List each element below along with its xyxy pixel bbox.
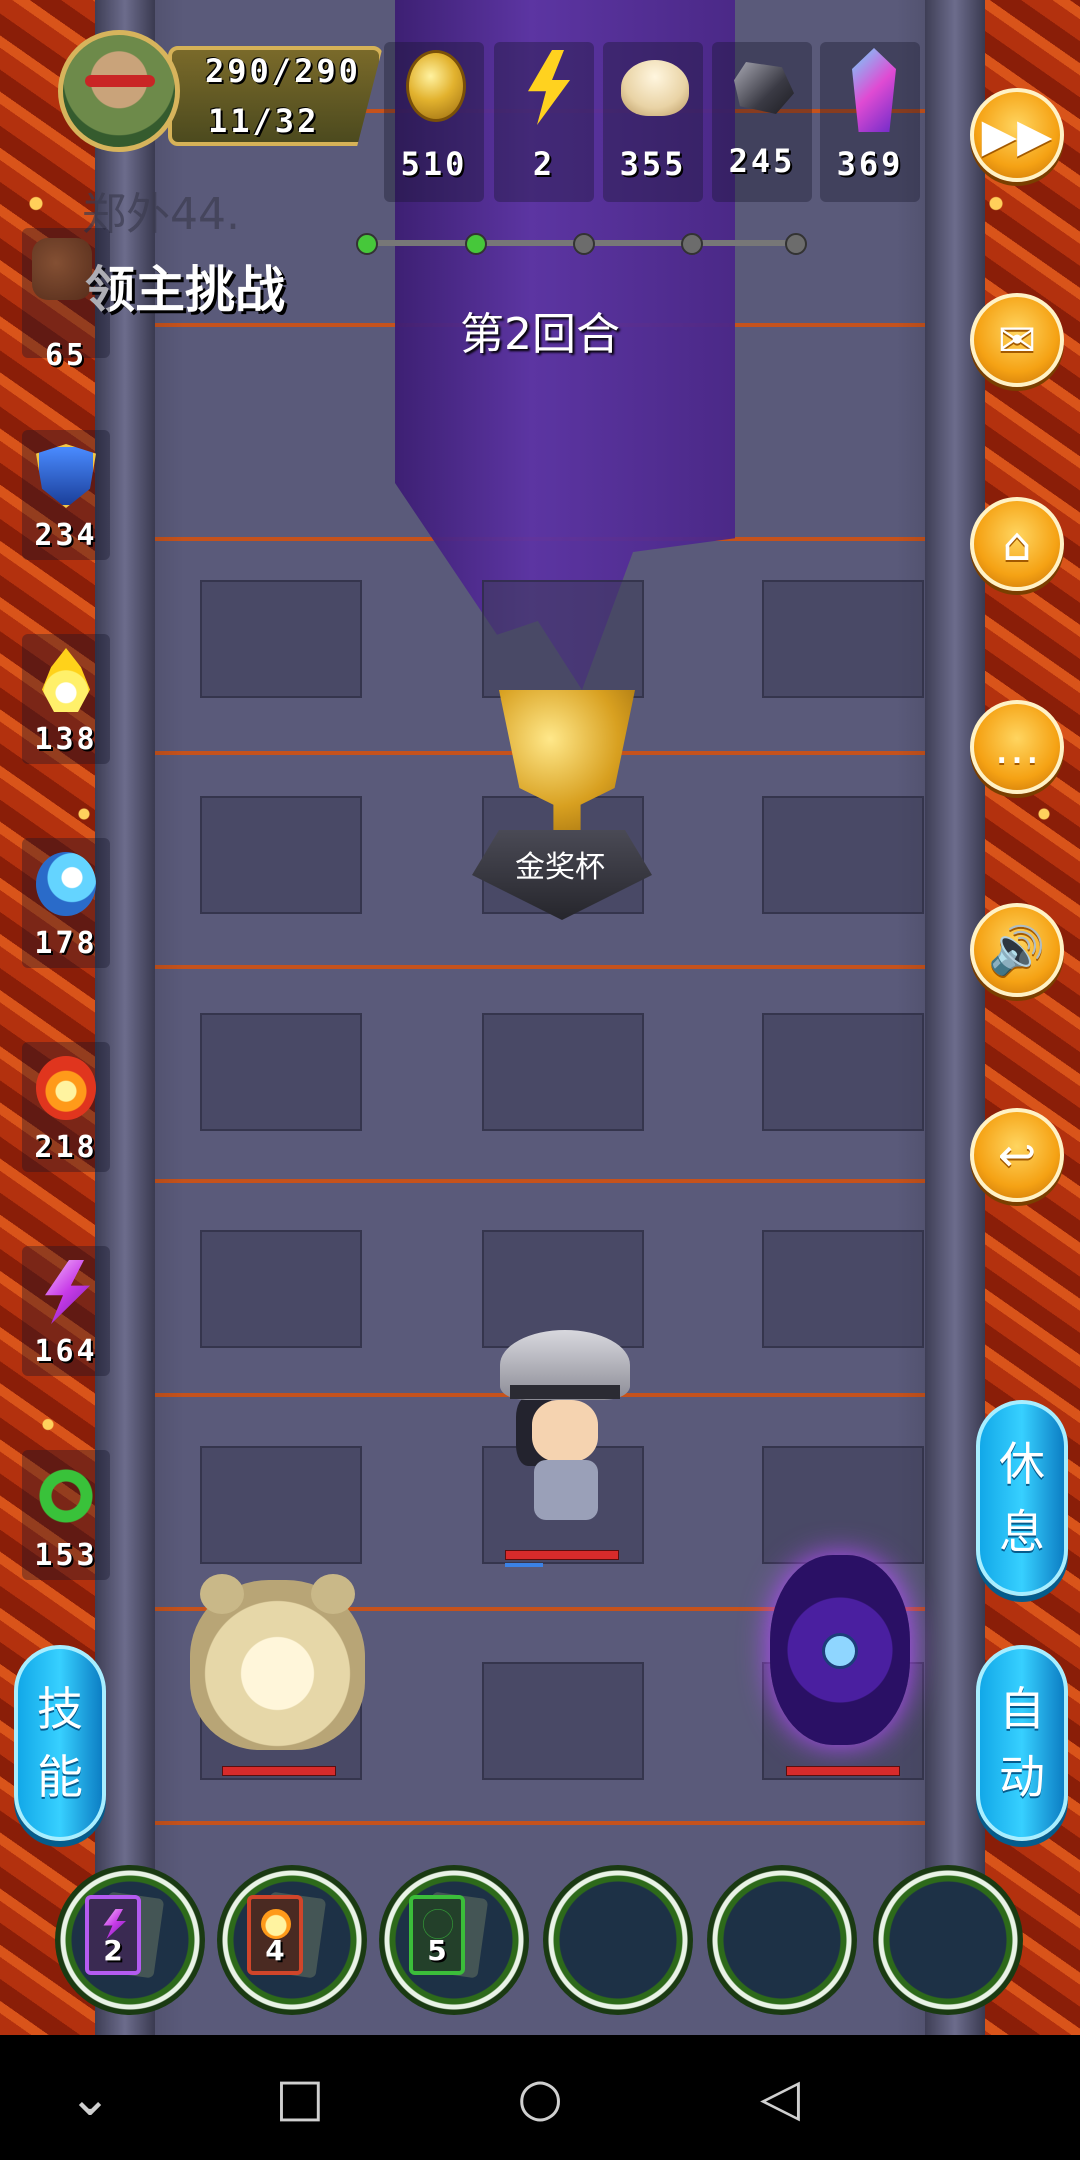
- board-tile[interactable]: [762, 1230, 924, 1348]
- skill-slot[interactable]: 5: [379, 1865, 529, 2015]
- bun-icon: [621, 60, 689, 116]
- skill-slot-empty[interactable]: [707, 1865, 857, 2015]
- poison-icon: [36, 1464, 96, 1528]
- skill-slot-empty[interactable]: [543, 1865, 693, 2015]
- hero-mp-bar: [505, 1563, 543, 1567]
- return-icon: ↩: [997, 1128, 1037, 1182]
- game-screen: { "player": { "hp": "290/290", "level_pr…: [0, 0, 1080, 2160]
- return-button[interactable]: ↩: [970, 1108, 1064, 1202]
- avatar-bandana: [85, 75, 155, 87]
- mail-button[interactable]: ✉: [970, 293, 1064, 387]
- rest-label-1: 休: [999, 1437, 1045, 1491]
- stat-value: 218: [34, 1130, 98, 1165]
- skill-slot-empty[interactable]: [873, 1865, 1023, 2015]
- water-wave-icon: [36, 852, 96, 916]
- back-button[interactable]: ◁: [745, 2063, 815, 2133]
- resource-bun: 355: [603, 42, 703, 202]
- board-tile[interactable]: [762, 580, 924, 698]
- stat-value: 234: [34, 518, 98, 553]
- hero-body: [534, 1460, 598, 1520]
- resource-value: 355: [619, 145, 687, 183]
- lightning-card: 2: [85, 1895, 141, 1975]
- poison-card: 5: [409, 1895, 465, 1975]
- dog-enemy[interactable]: [190, 1574, 365, 1750]
- board-tile[interactable]: [482, 1013, 644, 1131]
- resource-gold: 510: [384, 42, 484, 202]
- board-tile[interactable]: [482, 1662, 644, 1780]
- chevron-down-icon[interactable]: ⌄: [55, 2063, 125, 2133]
- resource-value: 2: [532, 145, 556, 183]
- round-progress-dot: [573, 233, 595, 255]
- skill-label-1: 技: [37, 1682, 83, 1736]
- skill-label-2: 能: [37, 1750, 83, 1804]
- chat-icon: …: [994, 720, 1040, 774]
- skill-button[interactable]: 技 能: [14, 1645, 106, 1841]
- dog-hp-bar: [222, 1766, 336, 1776]
- resource-crystal: 369: [820, 42, 920, 202]
- hero-character[interactable]: [500, 1330, 630, 1540]
- resource-value: 369: [836, 145, 904, 183]
- card-count: 4: [265, 1934, 285, 1967]
- dog-ear: [200, 1574, 244, 1614]
- round-indicator: 第2回合: [460, 309, 620, 360]
- skill-slot[interactable]: 4: [217, 1865, 367, 2015]
- sound-icon: 🔊: [988, 922, 1046, 977]
- hero-hp-bar: [505, 1550, 619, 1560]
- resource-value: 245: [728, 142, 796, 180]
- home-button[interactable]: ⌂: [970, 497, 1064, 591]
- stat-value: 178: [34, 926, 98, 961]
- mail-icon: ✉: [997, 313, 1037, 367]
- board-tile[interactable]: [200, 1446, 362, 1564]
- round-progress-dot: [785, 233, 807, 255]
- auto-label-2: 动: [999, 1750, 1045, 1804]
- board-tile[interactable]: [762, 796, 924, 914]
- rest-button[interactable]: 休 息: [976, 1400, 1068, 1596]
- board-tile[interactable]: [762, 1013, 924, 1131]
- fire-card: 4: [247, 1895, 303, 1975]
- player-avatar[interactable]: [58, 30, 180, 152]
- auto-button[interactable]: 自 动: [976, 1645, 1068, 1841]
- dog-ear: [311, 1574, 355, 1614]
- home-nav-button[interactable]: ○: [505, 2063, 575, 2133]
- round-progress-dot: [465, 233, 487, 255]
- fast-forward-icon: ▶▶: [981, 108, 1053, 162]
- hero-face: [532, 1400, 598, 1462]
- skill-slot[interactable]: 2: [55, 1865, 205, 2015]
- resource-ore: 245: [712, 42, 812, 202]
- auto-label-1: 自: [999, 1682, 1045, 1736]
- fast-forward-button[interactable]: ▶▶: [970, 88, 1064, 182]
- monster-eye: [822, 1633, 858, 1669]
- crystal-monster-enemy[interactable]: [770, 1555, 910, 1745]
- hero-hatband: [510, 1385, 620, 1399]
- rest-label-2: 息: [999, 1505, 1045, 1559]
- fire-icon: [36, 1056, 96, 1120]
- stat-value: 65: [44, 338, 88, 373]
- resource-value: 510: [400, 145, 468, 183]
- round-progress-dot: [681, 233, 703, 255]
- chat-button[interactable]: …: [970, 700, 1064, 794]
- system-nav-bar: ⌄ □ ○ ◁: [0, 2035, 1080, 2160]
- board-tile[interactable]: [762, 1446, 924, 1564]
- level-progress-value: 11/32: [208, 102, 320, 140]
- stat-value: 164: [34, 1334, 98, 1369]
- recent-apps-button[interactable]: □: [265, 2063, 335, 2133]
- trophy-label: 金奖杯: [515, 850, 605, 885]
- monster-hp-bar: [786, 1766, 900, 1776]
- sound-button[interactable]: 🔊: [970, 903, 1064, 997]
- board-tile[interactable]: [200, 796, 362, 914]
- round-progress-dot: [356, 233, 378, 255]
- board-tile[interactable]: [482, 580, 644, 698]
- card-count: 2: [103, 1934, 123, 1967]
- stat-value: 153: [34, 1538, 98, 1573]
- card-count: 5: [427, 1934, 447, 1967]
- gold-coin-icon: [406, 50, 466, 122]
- resource-energy: 2: [494, 42, 594, 202]
- board-tile[interactable]: [200, 580, 362, 698]
- board-tile[interactable]: [200, 1230, 362, 1348]
- stat-value: 138: [34, 722, 98, 757]
- board-tile[interactable]: [200, 1013, 362, 1131]
- home-icon: ⌂: [1002, 517, 1032, 571]
- hp-value: 290/290: [205, 52, 361, 90]
